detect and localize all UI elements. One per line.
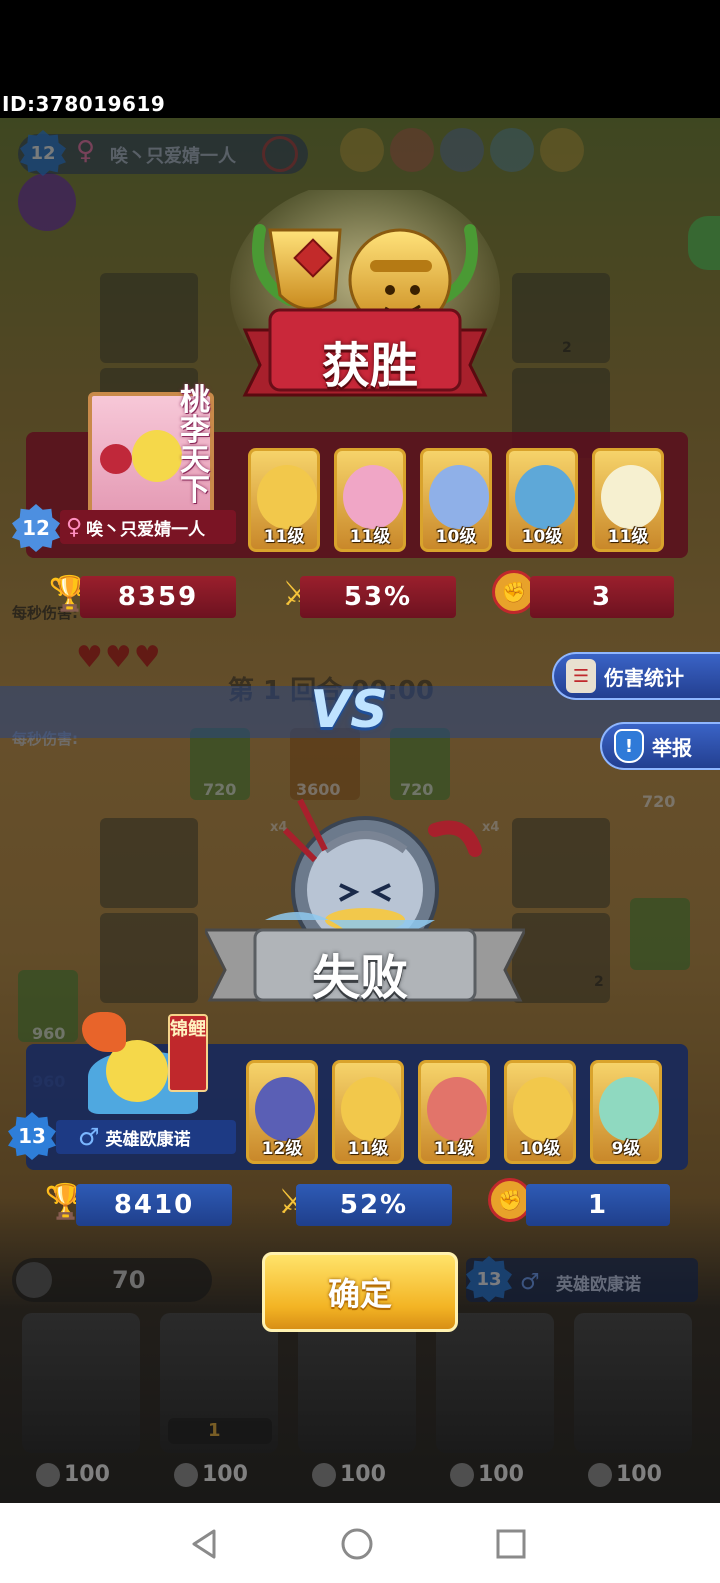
recents-icon[interactable] [494,1527,528,1561]
hero-level: 10级 [519,1139,561,1159]
winner-hero-card[interactable]: 11级 [334,448,406,552]
confirm-button[interactable]: 确定 [262,1252,458,1332]
hero-level: 10级 [435,527,477,547]
winner-hero-card[interactable]: 11级 [248,448,320,552]
hero-portrait [601,465,661,529]
hero-level: 11级 [263,527,305,547]
hero-level: 9级 [611,1139,641,1159]
hero-portrait [257,465,317,529]
winner-hero-card[interactable]: 10级 [420,448,492,552]
hero-level: 10级 [521,527,563,547]
hero-level: 11级 [433,1139,475,1159]
hero-level: 12级 [261,1139,303,1159]
hero-portrait [599,1077,659,1141]
hero-portrait [515,465,575,529]
user-id-label: ID:378019619 [2,92,166,116]
hero-portrait [341,1077,401,1141]
strawberry-icon [100,444,132,474]
hero-portrait [255,1077,315,1141]
hero-level: 11级 [349,527,391,547]
loser-name-bar: ♂ 英雄欧康诺 [56,1120,236,1154]
koi-fish-icon [82,1012,126,1052]
loser-hero-card[interactable]: 10级 [504,1060,576,1164]
hero-portrait [427,1077,487,1141]
loser-hero-card[interactable]: 12级 [246,1060,318,1164]
back-icon[interactable] [188,1527,222,1561]
winner-trophies: 8359 [80,576,236,618]
victory-label: 获胜 [321,338,418,394]
hero-portrait [343,465,403,529]
hero-level: 11级 [347,1139,389,1159]
male-icon: ♂ [78,1123,100,1151]
avatar-tag-winner: 桃李天下 [180,383,210,508]
defeat-label: 失败 [311,950,408,1006]
duck-avatar-icon [132,430,182,482]
damage-stats-label: 伤害统计 [604,665,684,690]
loser-hero-card[interactable]: 11级 [332,1060,404,1164]
winner-hero-card[interactable]: 11级 [592,448,664,552]
loser-hero-card[interactable]: 9级 [590,1060,662,1164]
home-icon[interactable] [340,1527,374,1561]
winner-name: 唉丶只爱婧一人 [86,519,206,540]
damage-stats-button[interactable]: ☰ 伤害统计 [552,652,720,700]
hero-level: 11级 [607,527,649,547]
loser-name: 英雄欧康诺 [105,1129,191,1150]
shield-exclamation-icon: ! [614,729,644,763]
winner-win-rate: 53% [300,576,456,618]
female-icon: ♀ [66,514,83,540]
vs-label: VS [310,680,388,740]
loser-trophies: 8410 [76,1184,232,1226]
report-button[interactable]: ! 举报 [600,722,720,770]
system-navigation-bar [0,1503,720,1583]
hero-portrait [429,465,489,529]
loser-hero-card[interactable]: 11级 [418,1060,490,1164]
avatar-tag-loser: 锦鲤 [170,1019,206,1040]
winner-name-bar: ♀ 唉丶只爱婧一人 [60,510,236,544]
damage-list-icon: ☰ [566,659,596,693]
winner-hero-card[interactable]: 10级 [506,448,578,552]
loser-kills: 1 [526,1184,670,1226]
winner-kills: 3 [530,576,674,618]
hero-portrait [513,1077,573,1141]
report-label: 举报 [652,735,692,760]
loser-win-rate: 52% [296,1184,452,1226]
